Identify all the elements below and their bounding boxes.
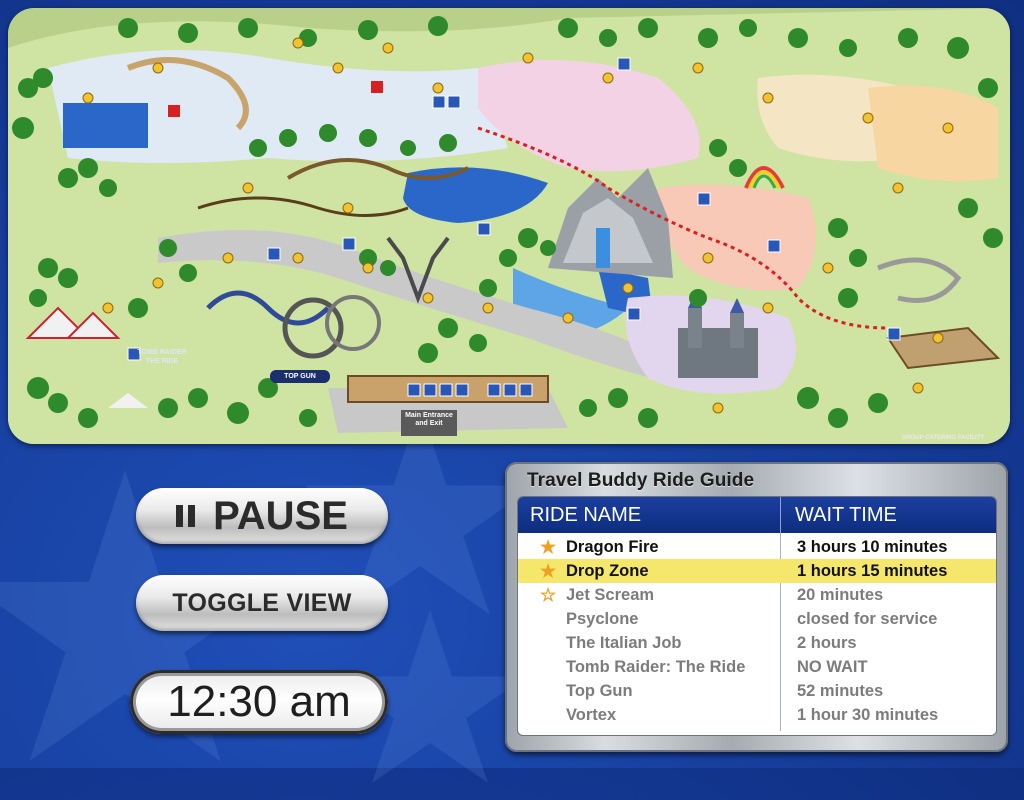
ride-guide-panel: Travel Buddy Ride Guide RIDE NAME WAIT T… bbox=[505, 462, 1008, 752]
clock-display: 12:30 am bbox=[130, 670, 388, 734]
main-entrance-label[interactable]: Main Entrance and Exit bbox=[401, 412, 457, 428]
ride-name-cell: Psyclone bbox=[518, 610, 780, 629]
ride-row[interactable]: Top Gun 52 minutes bbox=[518, 679, 996, 703]
ride-row[interactable]: Vortex 1 hour 30 minutes bbox=[518, 703, 996, 727]
ride-row[interactable]: ★ Dragon Fire 3 hours 10 minutes bbox=[518, 535, 996, 559]
ride-guide-table: RIDE NAME WAIT TIME ★ Dragon Fire 3 hours … bbox=[517, 496, 997, 736]
ride-guide-header: RIDE NAME WAIT TIME bbox=[518, 497, 996, 533]
ride-name: Vortex bbox=[566, 705, 617, 724]
ride-name: Jet Scream bbox=[566, 585, 655, 604]
ride-row[interactable]: ☆ Jet Scream 20 minutes bbox=[518, 583, 996, 607]
column-header-wait-time: WAIT TIME bbox=[780, 497, 996, 533]
pause-button[interactable]: PAUSE bbox=[136, 488, 388, 544]
clock-time: 12:30 am bbox=[167, 677, 351, 726]
tomb-raider-sign[interactable]: TOMB RAIDER THE RIDE bbox=[132, 348, 192, 366]
wait-time-cell: 20 minutes bbox=[797, 585, 884, 604]
wait-time-cell: 1 hour 30 minutes bbox=[797, 705, 939, 724]
star-filled-icon[interactable]: ★ bbox=[540, 537, 566, 558]
toggle-view-label: TOGGLE VIEW bbox=[172, 588, 352, 617]
ride-row[interactable]: Tomb Raider: The Ride NO WAIT bbox=[518, 655, 996, 679]
ride-row[interactable]: ★ Drop Zone 1 hours 15 minutes bbox=[518, 559, 996, 583]
wait-time-cell: 52 minutes bbox=[797, 681, 884, 700]
pause-icon bbox=[176, 505, 196, 527]
wait-time-cell: NO WAIT bbox=[797, 657, 868, 676]
group-facility-label: GROUP CATERING FACILITY bbox=[901, 435, 985, 441]
ride-name-cell: ☆ Jet Scream bbox=[518, 585, 780, 606]
star-filled-icon[interactable]: ★ bbox=[540, 561, 566, 582]
top-gun-sign[interactable]: TOP GUN bbox=[270, 370, 330, 383]
wait-time-cell: 2 hours bbox=[797, 633, 857, 652]
column-header-ride-name: RIDE NAME bbox=[530, 503, 642, 526]
ride-name: Dragon Fire bbox=[566, 537, 659, 556]
pause-label: PAUSE bbox=[213, 493, 348, 538]
ride-row[interactable]: The Italian Job 2 hours bbox=[518, 631, 996, 655]
star-outline-icon[interactable]: ☆ bbox=[540, 585, 566, 606]
wait-time-cell: 3 hours 10 minutes bbox=[797, 537, 948, 556]
wait-time-cell: closed for service bbox=[797, 609, 938, 628]
ride-name-cell: Tomb Raider: The Ride bbox=[518, 658, 780, 677]
park-map[interactable]: Main Entrance and Exit TOP GUN TOMB RAID… bbox=[8, 8, 1010, 444]
ride-name-cell: ★ Dragon Fire bbox=[518, 537, 780, 558]
ride-name: Psyclone bbox=[566, 609, 639, 628]
ride-name: The Italian Job bbox=[566, 633, 682, 652]
ride-guide-rows: ★ Dragon Fire 3 hours 10 minutes ★ Drop Zone… bbox=[518, 533, 996, 727]
toggle-view-button[interactable]: TOGGLE VIEW bbox=[136, 575, 388, 631]
ride-name: Drop Zone bbox=[566, 561, 649, 580]
wait-time-cell: 1 hours 15 minutes bbox=[797, 561, 948, 580]
ride-guide-title: Travel Buddy Ride Guide bbox=[527, 470, 755, 491]
park-map-illustration bbox=[8, 8, 1010, 444]
ride-row[interactable]: Psyclone closed for service bbox=[518, 607, 996, 631]
ride-name: Top Gun bbox=[566, 681, 633, 700]
ride-name-cell: The Italian Job bbox=[518, 634, 780, 653]
ride-name-cell: Top Gun bbox=[518, 682, 780, 701]
ride-name: Tomb Raider: The Ride bbox=[566, 657, 746, 676]
ride-name-cell: Vortex bbox=[518, 706, 780, 725]
ride-name-cell: ★ Drop Zone bbox=[518, 561, 780, 582]
